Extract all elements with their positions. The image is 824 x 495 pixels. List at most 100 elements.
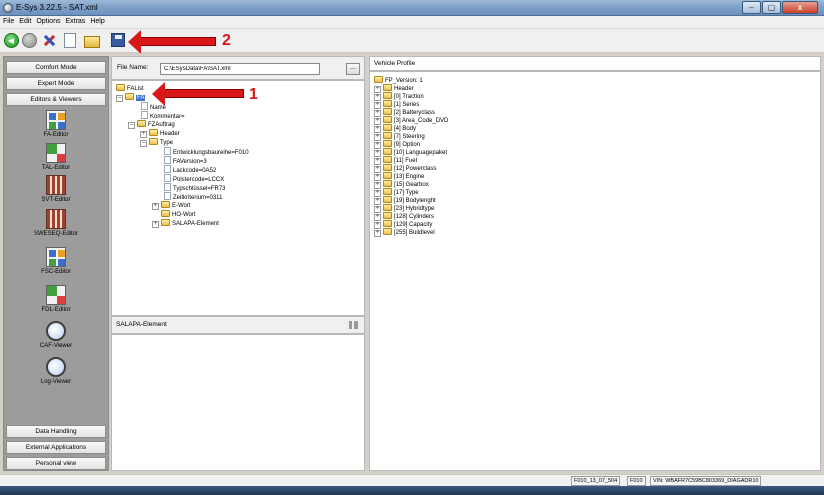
external-applications-button[interactable]: External Applications	[6, 441, 106, 454]
fsc-editor-tool[interactable]: FSC-Editor	[4, 247, 108, 275]
expand-icon[interactable]: +	[140, 131, 147, 138]
tree-node-ho-wort[interactable]: HO-Wort	[161, 210, 196, 219]
menu-options[interactable]: Options	[33, 16, 62, 25]
expand-icon[interactable]: +	[152, 203, 159, 210]
leaf-icon	[164, 165, 171, 173]
data-handling-button[interactable]: Data Handling	[6, 425, 106, 438]
folder-icon	[149, 129, 158, 136]
tree-node-fzauftrag[interactable]: – FZAuftrag	[128, 120, 175, 129]
vehicle-profile-panel: FP_Version: 1 + Header + [0] Traction + [1]…	[369, 71, 821, 471]
svt-editor-tool[interactable]: SVT-Editor	[4, 175, 108, 203]
status-vin: VIN: WBAFR7C59BC803369_DIAGADR10	[650, 476, 762, 486]
title-bar: E-Sys 3.22.5 - SAT.xml – ▢ x	[0, 0, 824, 16]
status-bar: F010_13_07_504 F010 VIN: WBAFR7C59BC8033…	[0, 474, 824, 486]
log-viewer-tool[interactable]: Log-Viewer	[4, 357, 108, 385]
sweseq-editor-tool[interactable]: SWESEQ-Editor	[4, 209, 108, 237]
personal-view-button[interactable]: Personal view	[6, 457, 106, 470]
folder-icon	[137, 120, 146, 127]
log-viewer-icon	[46, 357, 66, 377]
tree-node-salapa-element[interactable]: + SALAPA-Element	[152, 219, 219, 228]
open-folder-icon[interactable]	[84, 36, 100, 48]
close-button[interactable]: x	[782, 1, 818, 14]
annotation-arrow-1	[152, 82, 244, 106]
menu-edit[interactable]: Edit	[16, 16, 33, 25]
folder-icon	[116, 84, 125, 91]
leaf-icon	[141, 102, 148, 110]
expand-icon[interactable]: +	[152, 221, 159, 228]
caf-viewer-tool[interactable]: CAF-Viewer	[4, 321, 108, 349]
fa-editor-icon	[46, 110, 66, 130]
tree-node-header[interactable]: + Header	[140, 129, 180, 138]
new-file-icon[interactable]	[64, 33, 76, 48]
vp-item[interactable]: + [255] Buildlevel	[374, 228, 435, 237]
annotation-label-1: 1	[249, 86, 258, 103]
save-icon[interactable]	[111, 33, 125, 47]
folder-icon	[383, 148, 392, 155]
fdl-editor-tool[interactable]: FDL-Editor	[4, 285, 108, 313]
tree-node-falist[interactable]: FAList	[116, 84, 144, 93]
editors-viewers-button[interactable]: Editors & Viewers	[6, 93, 106, 106]
folder-icon	[383, 116, 392, 123]
fa-editor-tool[interactable]: FA-Editor	[4, 110, 108, 138]
tal-editor-icon	[46, 143, 66, 163]
status-series: F010	[627, 476, 646, 486]
menu-bar: File Edit Options Extras Help	[0, 16, 824, 29]
vehicle-profile-title: Vehicle Profile	[374, 60, 416, 67]
leaf-icon	[164, 147, 171, 155]
file-name-input[interactable]	[160, 63, 320, 75]
tal-editor-tool[interactable]: TAL-Editor	[4, 143, 108, 171]
vehicle-profile-header: Vehicle Profile	[369, 56, 821, 71]
folder-icon	[161, 219, 170, 226]
fdl-editor-icon	[46, 285, 66, 305]
sweseq-editor-icon	[46, 209, 66, 229]
fa-editor-label: FA-Editor	[43, 132, 69, 138]
toolbar	[0, 29, 824, 53]
browse-button[interactable]: ...	[346, 63, 360, 75]
tree-node-fa[interactable]: – FA	[116, 93, 146, 102]
salapa-panel-title: SALAPA-Element	[116, 321, 167, 328]
expand-icon[interactable]: +	[374, 230, 381, 237]
stop-icon[interactable]	[22, 33, 37, 48]
tree-node-type[interactable]: – Type	[140, 138, 173, 147]
menu-help[interactable]: Help	[87, 16, 106, 25]
maximize-button[interactable]: ▢	[762, 1, 781, 14]
leaf-icon	[164, 156, 171, 164]
folder-icon	[383, 156, 392, 163]
folder-icon	[383, 84, 392, 91]
svt-editor-icon	[46, 175, 66, 195]
pin-icon[interactable]	[349, 321, 358, 329]
collapse-icon[interactable]: –	[128, 122, 135, 129]
folder-icon	[149, 138, 158, 145]
folder-icon	[383, 124, 392, 131]
folder-icon	[383, 108, 392, 115]
fdl-editor-label: FDL-Editor	[41, 307, 71, 313]
salapa-panel-body	[111, 334, 365, 471]
fsc-editor-label: FSC-Editor	[41, 269, 71, 275]
comfort-mode-button[interactable]: Comfort Mode	[6, 61, 106, 74]
tree-node-e-wort[interactable]: + E-Wort	[152, 201, 191, 210]
back-icon[interactable]	[4, 33, 19, 48]
folder-icon	[383, 132, 392, 139]
expert-mode-button[interactable]: Expert Mode	[6, 77, 106, 90]
tal-editor-label: TAL-Editor	[41, 165, 71, 171]
folder-icon	[383, 92, 392, 99]
folder-icon	[125, 93, 134, 100]
folder-icon	[383, 220, 392, 227]
minimize-button[interactable]: –	[742, 1, 761, 14]
folder-icon	[383, 172, 392, 179]
file-name-row: File Name: ...	[111, 56, 365, 80]
folder-icon	[161, 210, 170, 217]
collapse-icon[interactable]: –	[140, 140, 147, 147]
caf-viewer-label: CAF-Viewer	[39, 343, 73, 349]
folder-icon	[383, 100, 392, 107]
connect-icon[interactable]	[42, 33, 57, 48]
file-name-label: File Name:	[117, 64, 149, 71]
annotation-arrow-2	[128, 30, 216, 54]
menu-extras[interactable]: Extras	[62, 16, 87, 25]
folder-icon	[383, 196, 392, 203]
menu-file[interactable]: File	[0, 16, 16, 25]
log-viewer-label: Log-Viewer	[40, 379, 72, 385]
folder-icon	[383, 180, 392, 187]
folder-icon	[374, 76, 383, 83]
collapse-icon[interactable]: –	[116, 95, 123, 102]
